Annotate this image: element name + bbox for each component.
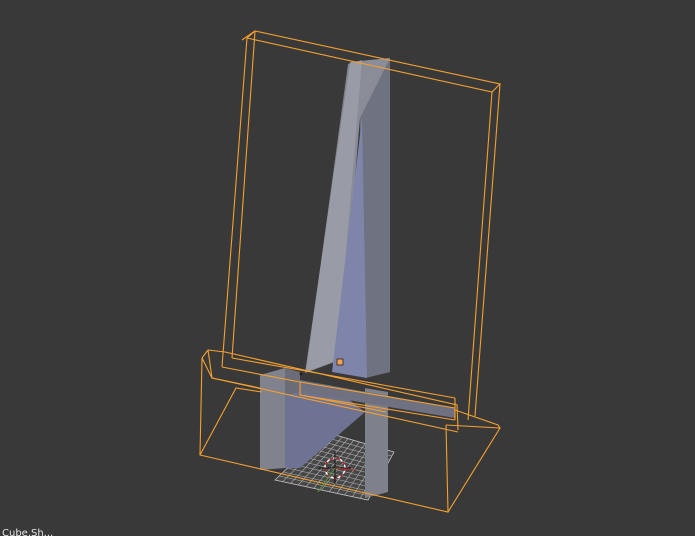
object-origin[interactable] xyxy=(336,358,344,366)
left-leg-face xyxy=(260,368,285,470)
shelf-object-shading xyxy=(260,58,455,498)
viewport-scene[interactable] xyxy=(0,0,695,536)
vertex-dot xyxy=(299,372,303,376)
object-name-label: Cube.Sh... xyxy=(2,528,54,536)
3d-viewport[interactable]: Cube.Sh... xyxy=(0,0,695,536)
